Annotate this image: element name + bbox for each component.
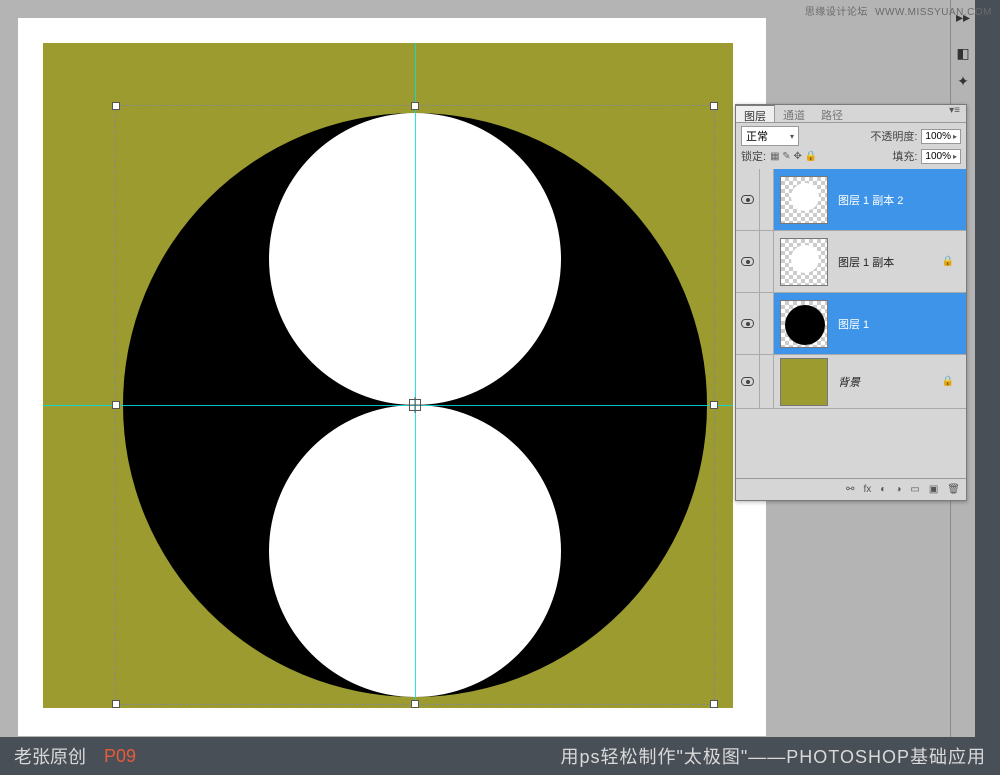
panel-menu-icon[interactable]: ▾≡	[943, 105, 966, 122]
watermark: 思缘设计论坛 WWW.MISSYUAN.COM	[805, 3, 992, 18]
trash-icon[interactable]: 🗑	[947, 484, 960, 495]
layers-panel: 图层 通道 路径 ▾≡ 正常 不透明度: 100% 锁定: ▦ ✎ ✥ 🔒 填充…	[735, 104, 967, 501]
transform-handle-ne[interactable]	[710, 102, 718, 110]
fill-input[interactable]: 100%	[921, 149, 961, 164]
transform-handle-se[interactable]	[710, 700, 718, 708]
layers-list: 图层 1 副本 2 图层 1 副本 🔒 图层 1 背	[736, 169, 966, 409]
layer-body[interactable]: 背景 🔒	[774, 355, 966, 408]
layer-body[interactable]: 图层 1 副本 🔒	[774, 231, 966, 292]
watermark-site: 思缘设计论坛	[805, 7, 868, 18]
lock-icon: 🔒	[942, 376, 954, 387]
visibility-toggle[interactable]	[736, 355, 760, 408]
guide-horizontal[interactable]	[43, 405, 733, 406]
canvas-background	[43, 43, 733, 708]
layer-thumbnail	[780, 176, 828, 224]
link-layers-icon[interactable]: ⚯	[846, 484, 854, 495]
panel-tabs: 图层 通道 路径 ▾≡	[736, 105, 966, 123]
lock-icon: 🔒	[942, 256, 954, 267]
tab-channels[interactable]: 通道	[775, 105, 813, 122]
visibility-toggle[interactable]	[736, 169, 760, 230]
layer-name: 图层 1 副本	[838, 254, 894, 270]
settings-icon[interactable]: ✦	[952, 70, 974, 92]
opacity-label: 不透明度:	[870, 128, 917, 144]
panel-controls: 正常 不透明度: 100% 锁定: ▦ ✎ ✥ 🔒 填充: 100%	[736, 123, 966, 169]
layer-name: 图层 1 副本 2	[838, 192, 903, 208]
eye-icon	[741, 377, 754, 386]
eye-icon	[741, 257, 754, 266]
layer-link-col[interactable]	[760, 169, 774, 230]
history-icon[interactable]: ◧	[952, 42, 974, 64]
layer-thumbnail	[780, 300, 828, 348]
tutorial-title: 用ps轻松制作"太极图"——PHOTOSHOP基础应用	[561, 743, 986, 769]
blend-mode-dropdown[interactable]: 正常	[741, 126, 799, 146]
layer-link-col[interactable]	[760, 355, 774, 408]
layer-name: 图层 1	[838, 316, 869, 332]
folder-icon[interactable]: ▭	[910, 484, 919, 495]
footer-bar: 老张原创 P09 用ps轻松制作"太极图"——PHOTOSHOP基础应用	[0, 737, 1000, 775]
layer-row[interactable]: 图层 1 副本 🔒	[736, 231, 966, 293]
opacity-input[interactable]: 100%	[921, 129, 961, 144]
layer-row[interactable]: 图层 1 副本 2	[736, 169, 966, 231]
layer-body[interactable]: 图层 1	[774, 293, 966, 354]
layer-thumbnail	[780, 238, 828, 286]
adjustment-icon[interactable]: ◑	[895, 484, 901, 495]
guide-vertical[interactable]	[415, 43, 416, 708]
page-number: P09	[104, 746, 136, 767]
watermark-url: WWW.MISSYUAN.COM	[875, 7, 992, 18]
visibility-toggle[interactable]	[736, 293, 760, 354]
transform-handle-nw[interactable]	[112, 102, 120, 110]
layer-thumbnail	[780, 358, 828, 406]
layer-link-col[interactable]	[760, 231, 774, 292]
mask-icon[interactable]: ◐	[880, 484, 886, 495]
layer-body[interactable]: 图层 1 副本 2	[774, 169, 966, 230]
canvas[interactable]	[18, 18, 766, 736]
lock-icons[interactable]: ▦ ✎ ✥ 🔒	[770, 151, 817, 162]
fill-label: 填充:	[892, 148, 917, 164]
tab-layers[interactable]: 图层	[736, 105, 775, 122]
layer-row[interactable]: 背景 🔒	[736, 355, 966, 409]
author-label: 老张原创	[14, 743, 86, 769]
new-layer-icon[interactable]: ▣	[929, 484, 938, 495]
tab-paths[interactable]: 路径	[813, 105, 851, 122]
lock-label: 锁定:	[741, 148, 766, 164]
eye-icon	[741, 319, 754, 328]
transform-handle-sw[interactable]	[112, 700, 120, 708]
layer-link-col[interactable]	[760, 293, 774, 354]
eye-icon	[741, 195, 754, 204]
panel-footer: ⚯ fx ◐ ◑ ▭ ▣ 🗑	[736, 478, 966, 500]
fx-icon[interactable]: fx	[864, 484, 872, 495]
layer-name: 背景	[838, 374, 860, 390]
visibility-toggle[interactable]	[736, 231, 760, 292]
layer-row[interactable]: 图层 1	[736, 293, 966, 355]
